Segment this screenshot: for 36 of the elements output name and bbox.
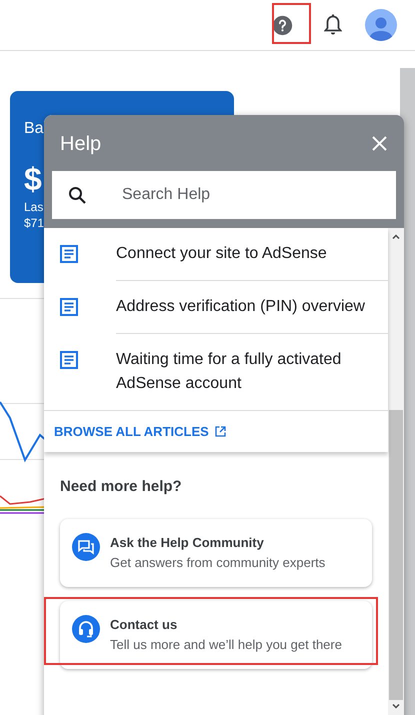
help-icon bbox=[272, 14, 292, 36]
external-link-icon bbox=[214, 426, 226, 437]
option-title: Ask the Help Community bbox=[110, 534, 264, 552]
browse-articles-link[interactable]: BROWSE ALL ARTICLES bbox=[54, 422, 226, 442]
document-icon bbox=[60, 245, 78, 263]
scroll-down-icon bbox=[392, 704, 400, 709]
document-icon bbox=[60, 351, 78, 369]
panel-title: Help bbox=[60, 132, 102, 157]
article-item[interactable]: Waiting time for a fully activated AdSense account bbox=[44, 334, 388, 410]
card-caption: Las bbox=[24, 199, 44, 215]
chat-icon bbox=[72, 532, 100, 560]
article-title: Address verification (PIN) overview bbox=[116, 298, 365, 315]
article-item[interactable]: Address verification (PIN) overview bbox=[44, 281, 388, 334]
help-option-card[interactable]: Ask the Help Community Get answers from community experts bbox=[60, 518, 372, 586]
headset-icon bbox=[72, 614, 100, 642]
notifications-button[interactable] bbox=[321, 13, 345, 37]
panel-scrollbar[interactable] bbox=[388, 228, 404, 715]
section-heading: Need more help? bbox=[60, 477, 182, 497]
option-title: Contact us bbox=[110, 616, 178, 634]
article-title: Waiting time for a fully activated AdSense account bbox=[116, 351, 342, 392]
search-icon bbox=[68, 186, 87, 205]
help-option-card[interactable]: Contact us Tell us more and we’ll help you get there bbox=[60, 600, 372, 668]
article-title: Connect your site to AdSense bbox=[116, 245, 327, 262]
option-subtitle: Tell us more and we’ll help you get there bbox=[110, 636, 342, 654]
card-title: Ba bbox=[24, 119, 44, 139]
document-icon bbox=[60, 298, 78, 316]
article-item[interactable]: Connect your site to AdSense bbox=[44, 228, 388, 281]
card-amount: $ bbox=[24, 161, 42, 197]
close-icon bbox=[372, 136, 386, 150]
scroll-up-icon bbox=[392, 234, 400, 239]
option-subtitle: Get answers from community experts bbox=[110, 554, 326, 572]
card-value: $71 bbox=[24, 215, 44, 231]
avatar-button[interactable] bbox=[365, 9, 397, 41]
person-icon bbox=[368, 15, 394, 41]
search-field[interactable]: Search Help bbox=[52, 171, 396, 219]
bell-icon bbox=[324, 14, 342, 36]
